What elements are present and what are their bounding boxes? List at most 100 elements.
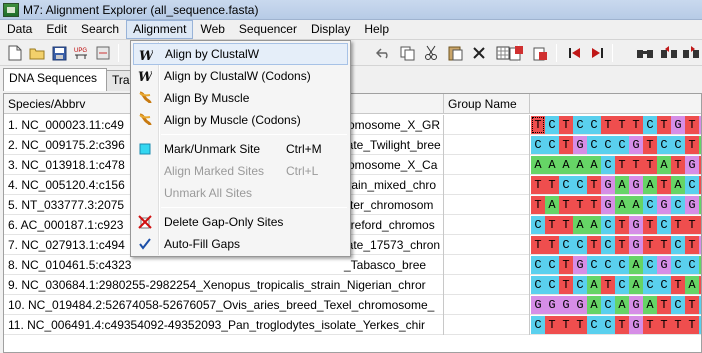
nucleotide-cell[interactable]: A — [643, 296, 657, 314]
nucleotide-cell[interactable]: T — [531, 176, 545, 194]
table-row[interactable]: 11. NC_006491.4:c49354092-49352093_Pan_t… — [4, 315, 701, 335]
table-row[interactable]: 6. AC_000187.1:c923 ereford_chromos C T T A A C… — [4, 215, 701, 235]
nucleotide-cell[interactable]: C — [671, 256, 685, 274]
nucleotide-cell[interactable]: G — [545, 296, 559, 314]
group-name-cell[interactable] — [444, 195, 530, 215]
nucleotide-cell[interactable]: C — [685, 256, 699, 274]
table-row[interactable]: 4. NC_005120.4:c156 train_mixed_chro T T C C T… — [4, 175, 701, 195]
menu-align-muscle[interactable]: Align By Muscle — [133, 87, 348, 109]
nucleotide-cell[interactable]: C — [657, 276, 671, 294]
menu-mark-unmark-site[interactable]: Mark/Unmark Site Ctrl+M — [133, 138, 348, 160]
tab-dna-sequences[interactable]: DNA Sequences — [3, 68, 107, 91]
nucleotide-cell[interactable]: C — [601, 296, 615, 314]
nucleotide-cell[interactable]: C — [587, 256, 601, 274]
nucleotide-cell[interactable]: G — [573, 256, 587, 274]
menu-align-clustalw[interactable]: W Align by ClustalW — [133, 43, 348, 65]
nucleotide-cell[interactable]: C — [615, 136, 629, 154]
table-row[interactable]: 10. NC_019484.2:52674058-52676057_Ovis_a… — [4, 295, 701, 315]
nucleotide-cell[interactable]: G — [573, 136, 587, 154]
nucleotide-cell[interactable]: T — [545, 176, 559, 194]
table-row[interactable]: 9. NC_030684.1:2980255-2982254_Xenopus_t… — [4, 275, 701, 295]
upgma-icon[interactable]: UPG — [72, 44, 90, 62]
nucleotide-cell[interactable]: C — [559, 236, 573, 254]
menu-help[interactable]: Help — [357, 20, 396, 39]
nucleotide-cell[interactable]: C — [573, 176, 587, 194]
group-name-cell[interactable] — [444, 255, 530, 275]
nucleotide-cell[interactable]: T — [573, 316, 587, 334]
menu-auto-fill-gaps[interactable]: Auto-Fill Gaps — [133, 233, 348, 255]
undo-icon[interactable] — [374, 44, 392, 62]
nucleotide-cell[interactable]: C — [587, 116, 601, 134]
nucleotide-cell[interactable]: C — [531, 136, 545, 154]
nucleotide-cell[interactable]: T — [559, 196, 573, 214]
nucleotide-cell[interactable]: T — [615, 236, 629, 254]
nucleotide-cell[interactable]: T — [545, 216, 559, 234]
nucleotide-cell[interactable]: G — [531, 296, 545, 314]
nucleotide-cell[interactable]: T — [671, 156, 685, 174]
nucleotide-cell[interactable]: A — [587, 216, 601, 234]
nucleotide-cell[interactable]: C — [671, 196, 685, 214]
remove-sequence-icon[interactable] — [532, 44, 550, 62]
nucleotide-cell[interactable]: C — [643, 256, 657, 274]
menu-unmark-all-sites[interactable]: Unmark All Sites — [133, 182, 348, 204]
menu-delete-gap-only-sites[interactable]: Delete Gap-Only Sites — [133, 211, 348, 233]
nucleotide-cell[interactable]: A — [643, 176, 657, 194]
table-row[interactable]: 8. NC_010461.5:c4323 _Tabasco_bree C C T G C C C… — [4, 255, 701, 275]
nucleotide-cell[interactable]: A — [587, 296, 601, 314]
nucleotide-cell[interactable]: T — [559, 316, 573, 334]
nucleotide-cell[interactable]: T — [657, 116, 671, 134]
menu-align-muscle-codons[interactable]: Align by Muscle (Codons) — [133, 109, 348, 131]
nucleotide-cell[interactable]: G — [671, 116, 685, 134]
nucleotide-cell[interactable]: C — [545, 276, 559, 294]
nucleotide-cell[interactable]: T — [615, 316, 629, 334]
group-name-cell[interactable] — [444, 135, 530, 155]
nucleotide-cell[interactable]: T — [559, 276, 573, 294]
nucleotide-cell[interactable]: G — [573, 296, 587, 314]
find-previous-icon[interactable] — [660, 44, 678, 62]
group-name-cell[interactable] — [444, 175, 530, 195]
nucleotide-cell[interactable]: T — [657, 236, 671, 254]
nucleotide-cell[interactable]: T — [671, 216, 685, 234]
nucleotide-cell[interactable]: T — [545, 236, 559, 254]
group-name-cell[interactable] — [444, 315, 530, 335]
nucleotide-cell[interactable]: A — [545, 156, 559, 174]
nucleotide-cell[interactable]: C — [531, 216, 545, 234]
nucleotide-cell[interactable]: T — [531, 236, 545, 254]
nucleotide-cell[interactable]: G — [601, 196, 615, 214]
group-name-cell[interactable] — [444, 215, 530, 235]
nucleotide-cell[interactable]: C — [587, 316, 601, 334]
menu-display[interactable]: Display — [304, 20, 357, 39]
menu-edit[interactable]: Edit — [39, 20, 74, 39]
menu-alignment[interactable]: Alignment — [126, 20, 194, 39]
menu-align-clustalw-codons[interactable]: W Align by ClustalW (Codons) — [133, 65, 348, 87]
nucleotide-cell[interactable]: T — [629, 156, 643, 174]
nucleotide-cell[interactable]: T — [559, 256, 573, 274]
nucleotide-cell[interactable]: T — [559, 116, 573, 134]
table-row[interactable]: 3. NC_013918.1:c478 romosome_X_Ca A A A A A C T T… — [4, 155, 701, 175]
find-next-icon[interactable] — [682, 44, 700, 62]
nucleotide-cell[interactable]: G — [657, 256, 671, 274]
menu-sequencer[interactable]: Sequencer — [232, 20, 304, 39]
nucleotide-cell[interactable]: A — [657, 156, 671, 174]
group-column-header[interactable]: Group Name — [444, 94, 530, 114]
nucleotide-cell[interactable]: G — [629, 216, 643, 234]
nucleotide-cell[interactable]: C — [545, 116, 559, 134]
nucleotide-cell[interactable]: T — [685, 236, 699, 254]
delete-icon[interactable] — [470, 44, 488, 62]
nucleotide-cell[interactable]: A — [685, 276, 699, 294]
nucleotide-cell[interactable]: G — [601, 176, 615, 194]
nucleotide-cell[interactable]: T — [545, 316, 559, 334]
nucleotide-cell[interactable]: T — [615, 216, 629, 234]
nucleotide-cell[interactable]: G — [685, 196, 699, 214]
nucleotide-cell[interactable]: C — [601, 316, 615, 334]
nucleotide-cell[interactable]: T — [657, 176, 671, 194]
nucleotide-cell[interactable]: G — [629, 236, 643, 254]
menu-align-marked-sites[interactable]: Align Marked Sites Ctrl+L — [133, 160, 348, 182]
nucleotide-cell[interactable]: A — [559, 156, 573, 174]
nucleotide-cell[interactable]: G — [629, 316, 643, 334]
species-name-cell[interactable]: 9. NC_030684.1:2980255-2982254_Xenopus_t… — [4, 275, 444, 295]
nucleotide-cell[interactable]: C — [657, 136, 671, 154]
group-name-cell[interactable] — [444, 155, 530, 175]
species-name-cell[interactable]: 11. NC_006491.4:c49354092-49352093_Pan_t… — [4, 315, 444, 335]
nucleotide-cell[interactable]: C — [643, 196, 657, 214]
